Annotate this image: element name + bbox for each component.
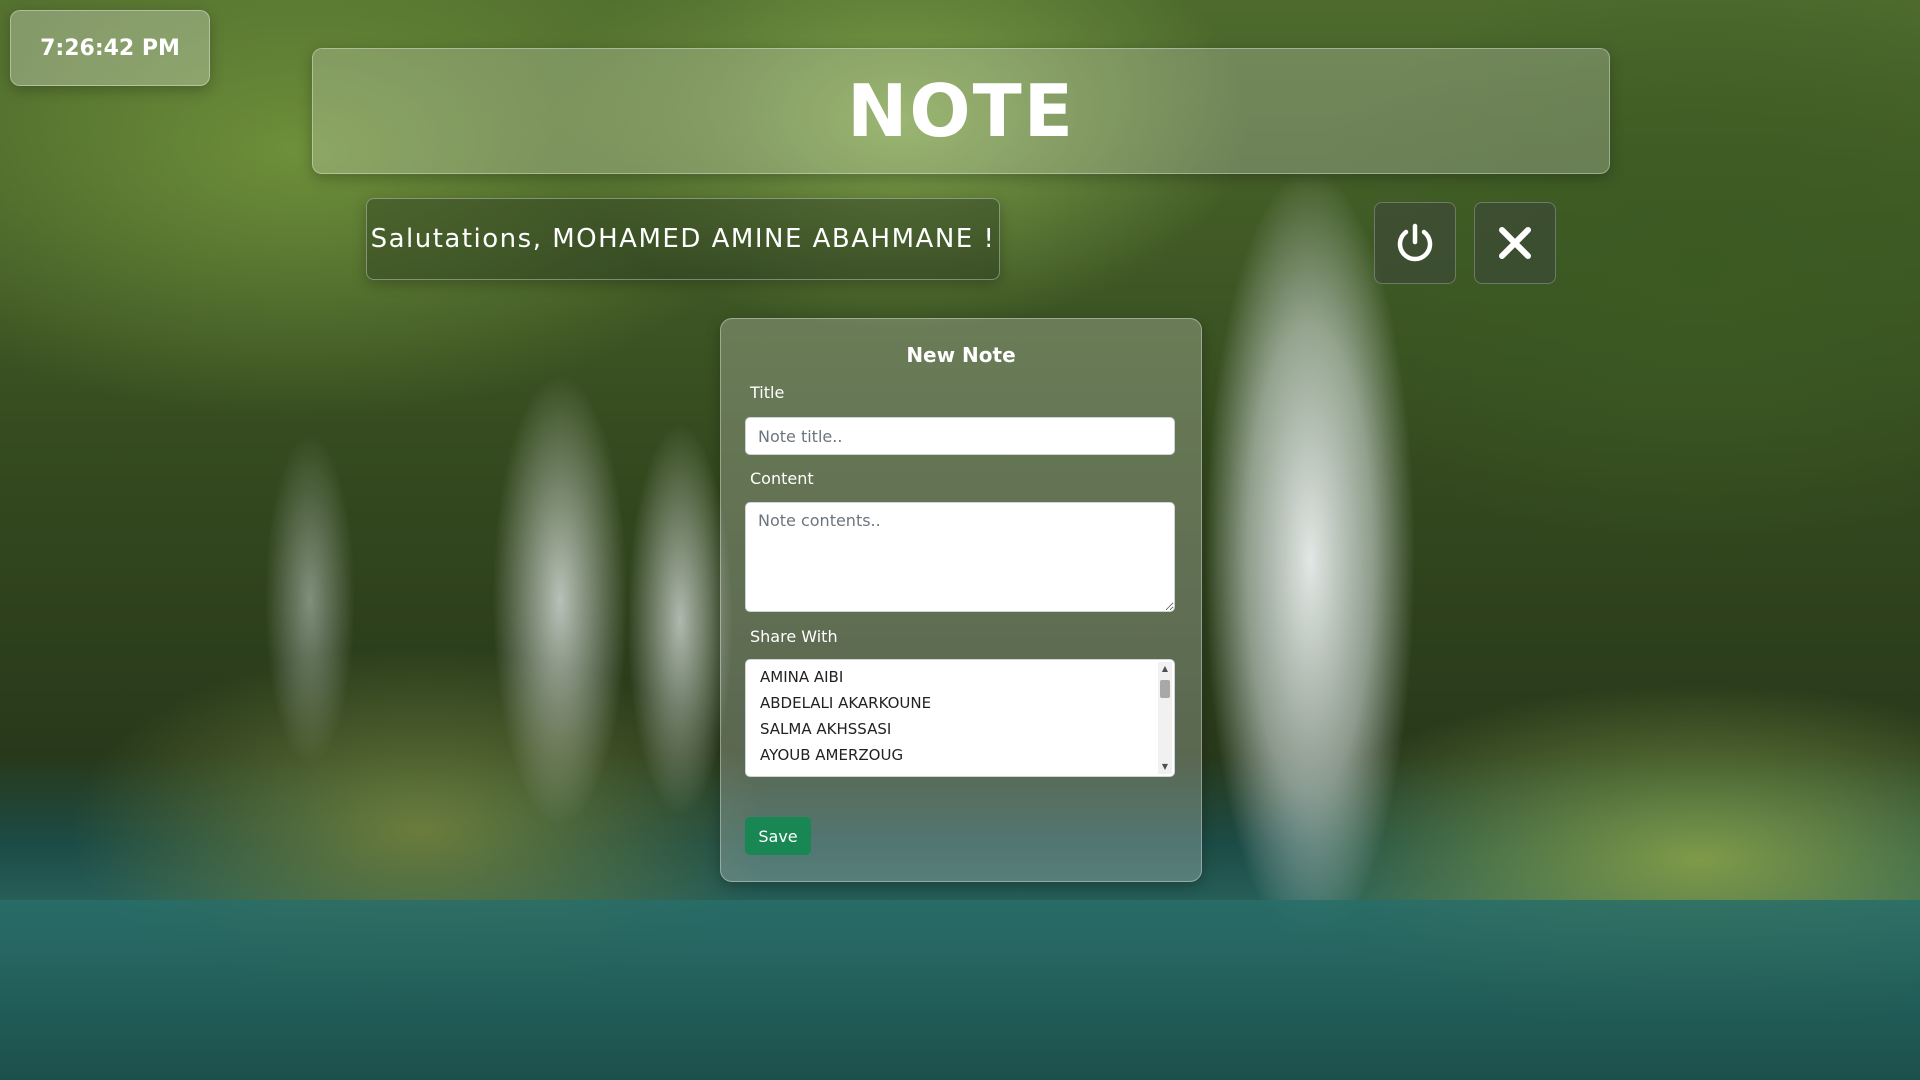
share-option[interactable]: AMINA AIBI [760,668,843,686]
scroll-up-arrow-icon[interactable]: ▲ [1158,662,1172,676]
share-with-select[interactable]: AMINA AIBI ABDELALI AKARKOUNE SALMA AKHS… [745,659,1175,777]
share-list-scrollbar[interactable]: ▲ ▼ [1158,662,1172,774]
clock-display: 7:26:42 PM [10,10,210,86]
scroll-thumb[interactable] [1160,680,1170,698]
greeting-text: Salutations, MOHAMED AMINE ABAHMANE ! [370,224,996,254]
power-icon [1397,223,1433,262]
scroll-down-arrow-icon[interactable]: ▼ [1158,760,1172,774]
clock-time: 7:26:42 PM [40,35,180,61]
share-option[interactable]: AYOUB AMERZOUG [760,746,903,764]
note-title-input[interactable] [745,417,1175,455]
logout-button[interactable] [1374,202,1456,284]
title-label: Title [750,383,785,402]
share-option[interactable]: ABDELALI AKARKOUNE [760,694,931,712]
greeting-banner: Salutations, MOHAMED AMINE ABAHMANE ! [366,198,1000,280]
close-button[interactable] [1474,202,1556,284]
share-option[interactable]: SALMA AKHSSASI [760,720,891,738]
new-note-form: New Note Title Content Share With AMINA … [720,318,1202,882]
save-button[interactable]: Save [745,817,811,855]
note-content-textarea[interactable] [745,502,1175,612]
form-heading: New Note [906,343,1016,367]
content-label: Content [750,469,814,488]
close-icon [1499,227,1531,259]
lake-background [0,900,1920,1080]
app-title: NOTE [847,69,1075,153]
app-header: NOTE [312,48,1610,174]
share-with-label: Share With [750,627,838,646]
